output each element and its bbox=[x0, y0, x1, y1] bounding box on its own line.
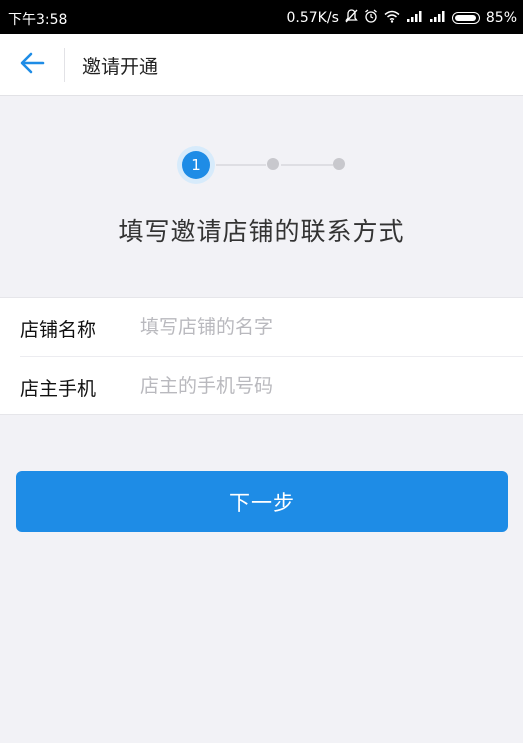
section-heading: 填写邀请店铺的联系方式 bbox=[118, 217, 405, 246]
arrow-left-icon bbox=[19, 52, 45, 78]
signal-icon bbox=[429, 10, 446, 26]
back-button[interactable] bbox=[16, 50, 48, 80]
step-2-dot bbox=[267, 158, 279, 170]
mute-icon bbox=[345, 9, 358, 27]
store-name-label: 店铺名称 bbox=[20, 319, 97, 341]
store-name-input[interactable] bbox=[140, 310, 500, 344]
header-divider bbox=[64, 48, 65, 82]
step-1-active: 1 bbox=[182, 151, 210, 179]
status-bar: 下午3:58 0.57K/s 85% bbox=[0, 0, 523, 34]
status-right: 0.57K/s 85% bbox=[286, 9, 517, 27]
battery-icon bbox=[451, 12, 480, 24]
step-connector bbox=[216, 164, 266, 166]
signal-icon bbox=[406, 10, 423, 26]
alarm-icon bbox=[364, 9, 378, 27]
page-title: 邀请开通 bbox=[82, 56, 159, 78]
step-connector bbox=[281, 164, 333, 166]
step-indicator: 1 bbox=[0, 140, 523, 186]
owner-phone-row: 店主手机 bbox=[0, 357, 523, 415]
owner-phone-label: 店主手机 bbox=[20, 378, 97, 400]
status-time: 下午3:58 bbox=[8, 12, 68, 28]
app-header: 邀请开通 bbox=[0, 34, 523, 96]
store-name-row: 店铺名称 bbox=[0, 298, 523, 356]
step-3-dot bbox=[333, 158, 345, 170]
wifi-icon bbox=[384, 10, 400, 27]
owner-phone-input[interactable] bbox=[140, 369, 500, 403]
next-step-button[interactable]: 下一步 bbox=[16, 471, 508, 532]
network-speed: 0.57K/s bbox=[286, 10, 339, 26]
battery-percent: 85% bbox=[485, 10, 517, 26]
invite-form: 店铺名称 店主手机 bbox=[0, 297, 523, 415]
